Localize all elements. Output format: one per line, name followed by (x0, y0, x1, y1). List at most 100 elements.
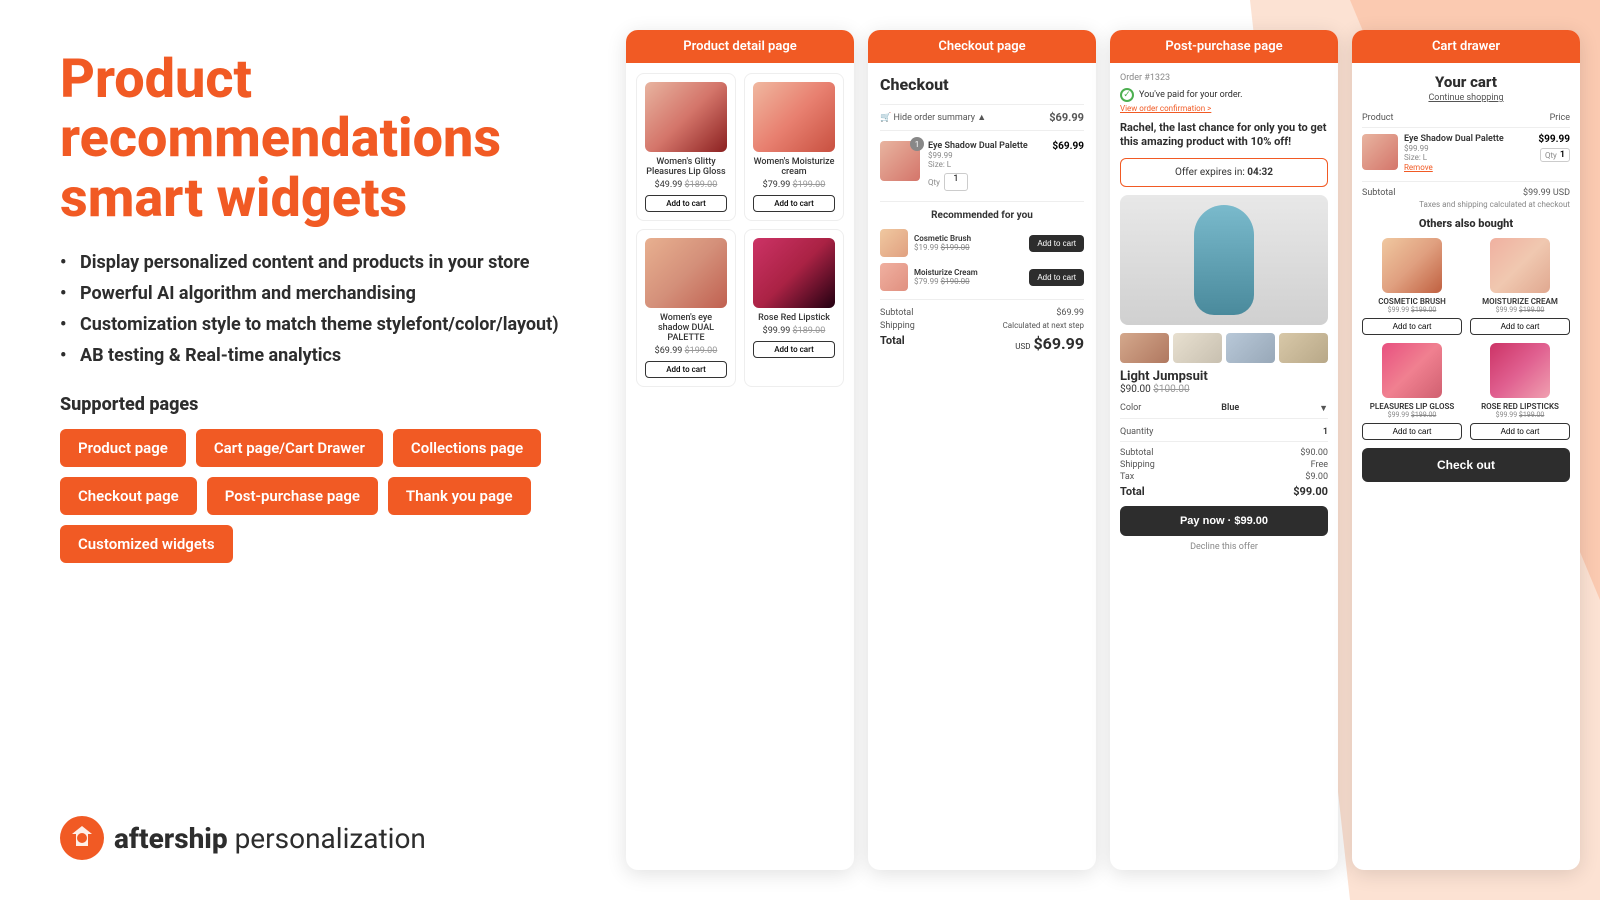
left-panel: Product recommendations smart widgets Di… (0, 0, 626, 900)
pay-now-button[interactable]: Pay now · $99.00 (1120, 506, 1328, 536)
cart-rec-item-4: ROSE RED LIPSTICKS $99.99 $199.00 Add to… (1470, 343, 1570, 440)
shipping-row: Shipping Calculated at next step (880, 321, 1084, 331)
post-purchase-body: Order #1323 ✓ You've paid for your order… (1110, 63, 1338, 562)
badge-grid: Product page Cart page/Cart Drawer Collect… (60, 429, 566, 563)
total-row: Total USD$69.99 (880, 334, 1084, 353)
chevron-down-icon: ▼ (1319, 403, 1328, 414)
checkout-button[interactable]: Check out (1362, 448, 1570, 482)
product-showcase (1120, 195, 1328, 325)
add-to-cart-btn-4[interactable]: Add to cart (753, 341, 835, 358)
page-badge[interactable]: Customized widgets (60, 525, 233, 563)
paid-notice: ✓ You've paid for your order. (1120, 88, 1328, 102)
thumb-1[interactable] (1120, 333, 1169, 363)
feature-item: AB testing & Real-time analytics (60, 345, 566, 366)
page-badge[interactable]: Post-purchase page (207, 477, 378, 515)
product-image-4 (753, 238, 835, 308)
thumb-2[interactable] (1173, 333, 1222, 363)
post-subtotals: Subtotal $90.00 Shipping Free Tax $9.00 … (1120, 448, 1328, 498)
cart-rec-add-btn-2[interactable]: Add to cart (1470, 318, 1570, 335)
cart-rec-name-3: PLEASURES LIP GLOSS (1370, 402, 1454, 411)
product-detail-header: Product detail page (626, 30, 854, 63)
view-order-link[interactable]: View order confirmation > (1120, 104, 1328, 113)
product-name-1: Women's Glitty Pleasures Lip Gloss (645, 157, 727, 177)
cart-rec-image-4 (1490, 343, 1550, 398)
cart-product-details: Eye Shadow Dual Palette $99.99 Size: L R… (1404, 134, 1532, 173)
rec-image-2 (880, 263, 908, 291)
product-name-4: Rose Red Lipstick (758, 313, 830, 323)
qty-input[interactable]: 1 (944, 173, 968, 191)
hero-title-line1: Product (60, 48, 252, 111)
checkout-header: Checkout page (868, 30, 1096, 63)
product-detail-panel: Product detail page Women's Glitty Pleas… (626, 30, 854, 870)
cart-rec-add-btn-1[interactable]: Add to cart (1362, 318, 1462, 335)
checkout-body: Checkout 🛒 Hide order summary ▲ $69.99 1… (868, 63, 1096, 368)
color-select[interactable]: Color Blue ▼ (1120, 399, 1328, 419)
checkout-item-name: Eye Shadow Dual Palette (928, 141, 1044, 151)
rec-item-2-name: Moisturize Cream (914, 268, 1023, 277)
product-card-1: Women's Glitty Pleasures Lip Gloss $49.9… (636, 73, 736, 221)
add-to-cart-btn-2[interactable]: Add to cart (753, 195, 835, 212)
product-main-price: $90.00 $100.00 (1120, 384, 1328, 395)
cart-rec-add-btn-4[interactable]: Add to cart (1470, 423, 1570, 440)
rec-add-btn-1[interactable]: Add to cart (1029, 235, 1084, 252)
page-badge[interactable]: Collections page (393, 429, 541, 467)
cart-rec-prices-2: $99.99 $199.00 (1496, 306, 1545, 314)
rec-item-1-price: $19.99 $199.00 (914, 243, 1023, 252)
page-badge[interactable]: Checkout page (60, 477, 197, 515)
cart-rec-prices-4: $99.99 $199.00 (1496, 411, 1545, 419)
feature-item: Display personalized content and product… (60, 252, 566, 273)
feature-list: Display personalized content and product… (60, 252, 566, 366)
page-badge[interactable]: Cart page/Cart Drawer (196, 429, 383, 467)
add-to-cart-btn-1[interactable]: Add to cart (645, 195, 727, 212)
supported-pages-label: Supported pages (60, 394, 566, 415)
decline-link[interactable]: Decline this offer (1120, 542, 1328, 552)
page-badge[interactable]: Product page (60, 429, 186, 467)
qty-select[interactable]: Quantity 1 (1120, 423, 1328, 442)
add-to-cart-btn-3[interactable]: Add to cart (645, 361, 727, 378)
paid-check-icon: ✓ (1120, 88, 1134, 102)
cart-rec-add-btn-3[interactable]: Add to cart (1362, 423, 1462, 440)
brand-logo: aftership personalization (60, 816, 566, 860)
checkout-totals: Subtotal $69.99 Shipping Calculated at n… (880, 299, 1084, 353)
feature-item: Powerful AI algorithm and merchandising (60, 283, 566, 304)
thumb-3[interactable] (1226, 333, 1275, 363)
rec-item-1-name: Cosmetic Brush (914, 234, 1023, 243)
product-col-label: Product (1362, 113, 1393, 123)
thumb-4[interactable] (1279, 333, 1328, 363)
rec-add-btn-2[interactable]: Add to cart (1029, 269, 1084, 286)
brand-name: aftership personalization (114, 822, 426, 855)
product-name-2: Women's Moisturize cream (753, 157, 835, 177)
checkout-item-size: Size: L (928, 160, 1044, 169)
continue-shopping-link[interactable]: Continue shopping (1362, 93, 1570, 103)
cart-product-row: Eye Shadow Dual Palette $99.99 Size: L R… (1362, 134, 1570, 173)
post-shipping-row: Shipping Free (1120, 460, 1328, 470)
recommended-section: Recommended for you Cosmetic Brush $19.9… (880, 201, 1084, 291)
cart-rec-name-1: COSMETIC BRUSH (1378, 297, 1446, 306)
checkout-cart-item-details: Eye Shadow Dual Palette $99.99 Size: L Q… (928, 141, 1044, 191)
cart-qty-box: Qty 1 (1540, 148, 1570, 162)
cart-rec-name-2: MOISTURIZE CREAM (1482, 297, 1558, 306)
cart-drawer-panel: Cart drawer Your cart Continue shopping … (1352, 30, 1580, 870)
page-badge[interactable]: Thank you page (388, 477, 531, 515)
cart-icon: 🛒 Hide order summary ▲ (880, 112, 986, 123)
cart-remove-link[interactable]: Remove (1404, 163, 1433, 172)
hero-title-highlight: smart widgets (60, 167, 407, 230)
cart-rec-item-1: COSMETIC BRUSH $99.99 $199.00 Add to car… (1362, 238, 1462, 335)
order-summary-toggle[interactable]: 🛒 Hide order summary ▲ $69.99 (880, 104, 1084, 131)
cart-rec-prices-1: $99.99 $199.00 (1388, 306, 1437, 314)
upsell-message: Rachel, the last chance for only you to … (1120, 121, 1328, 150)
rec-item-2: Moisturize Cream $79.99 $190.00 Add to c… (880, 263, 1084, 291)
cart-product-right: $99.99 Qty 1 (1538, 134, 1570, 162)
product-card-3: Women's eye shadow DUAL PALETTE $69.99 $… (636, 229, 736, 387)
aftership-icon (60, 816, 104, 860)
rec-item-2-info: Moisturize Cream $79.99 $190.00 (914, 268, 1023, 286)
post-purchase-panel: Post-purchase page Order #1323 ✓ You've … (1110, 30, 1338, 870)
cart-qty-val: 1 (1560, 150, 1565, 160)
cart-product-image (1362, 134, 1398, 170)
cart-rec-item-3: PLEASURES LIP GLOSS $99.99 $199.00 Add t… (1362, 343, 1462, 440)
jumpsuit-figure (1194, 205, 1254, 315)
product-image-1 (645, 82, 727, 152)
product-price-3: $69.99 $199.00 (655, 346, 718, 356)
cart-rec-item-2: MOISTURIZE CREAM $99.99 $199.00 Add to c… (1470, 238, 1570, 335)
cart-rec-prices-3: $99.99 $199.00 (1388, 411, 1437, 419)
